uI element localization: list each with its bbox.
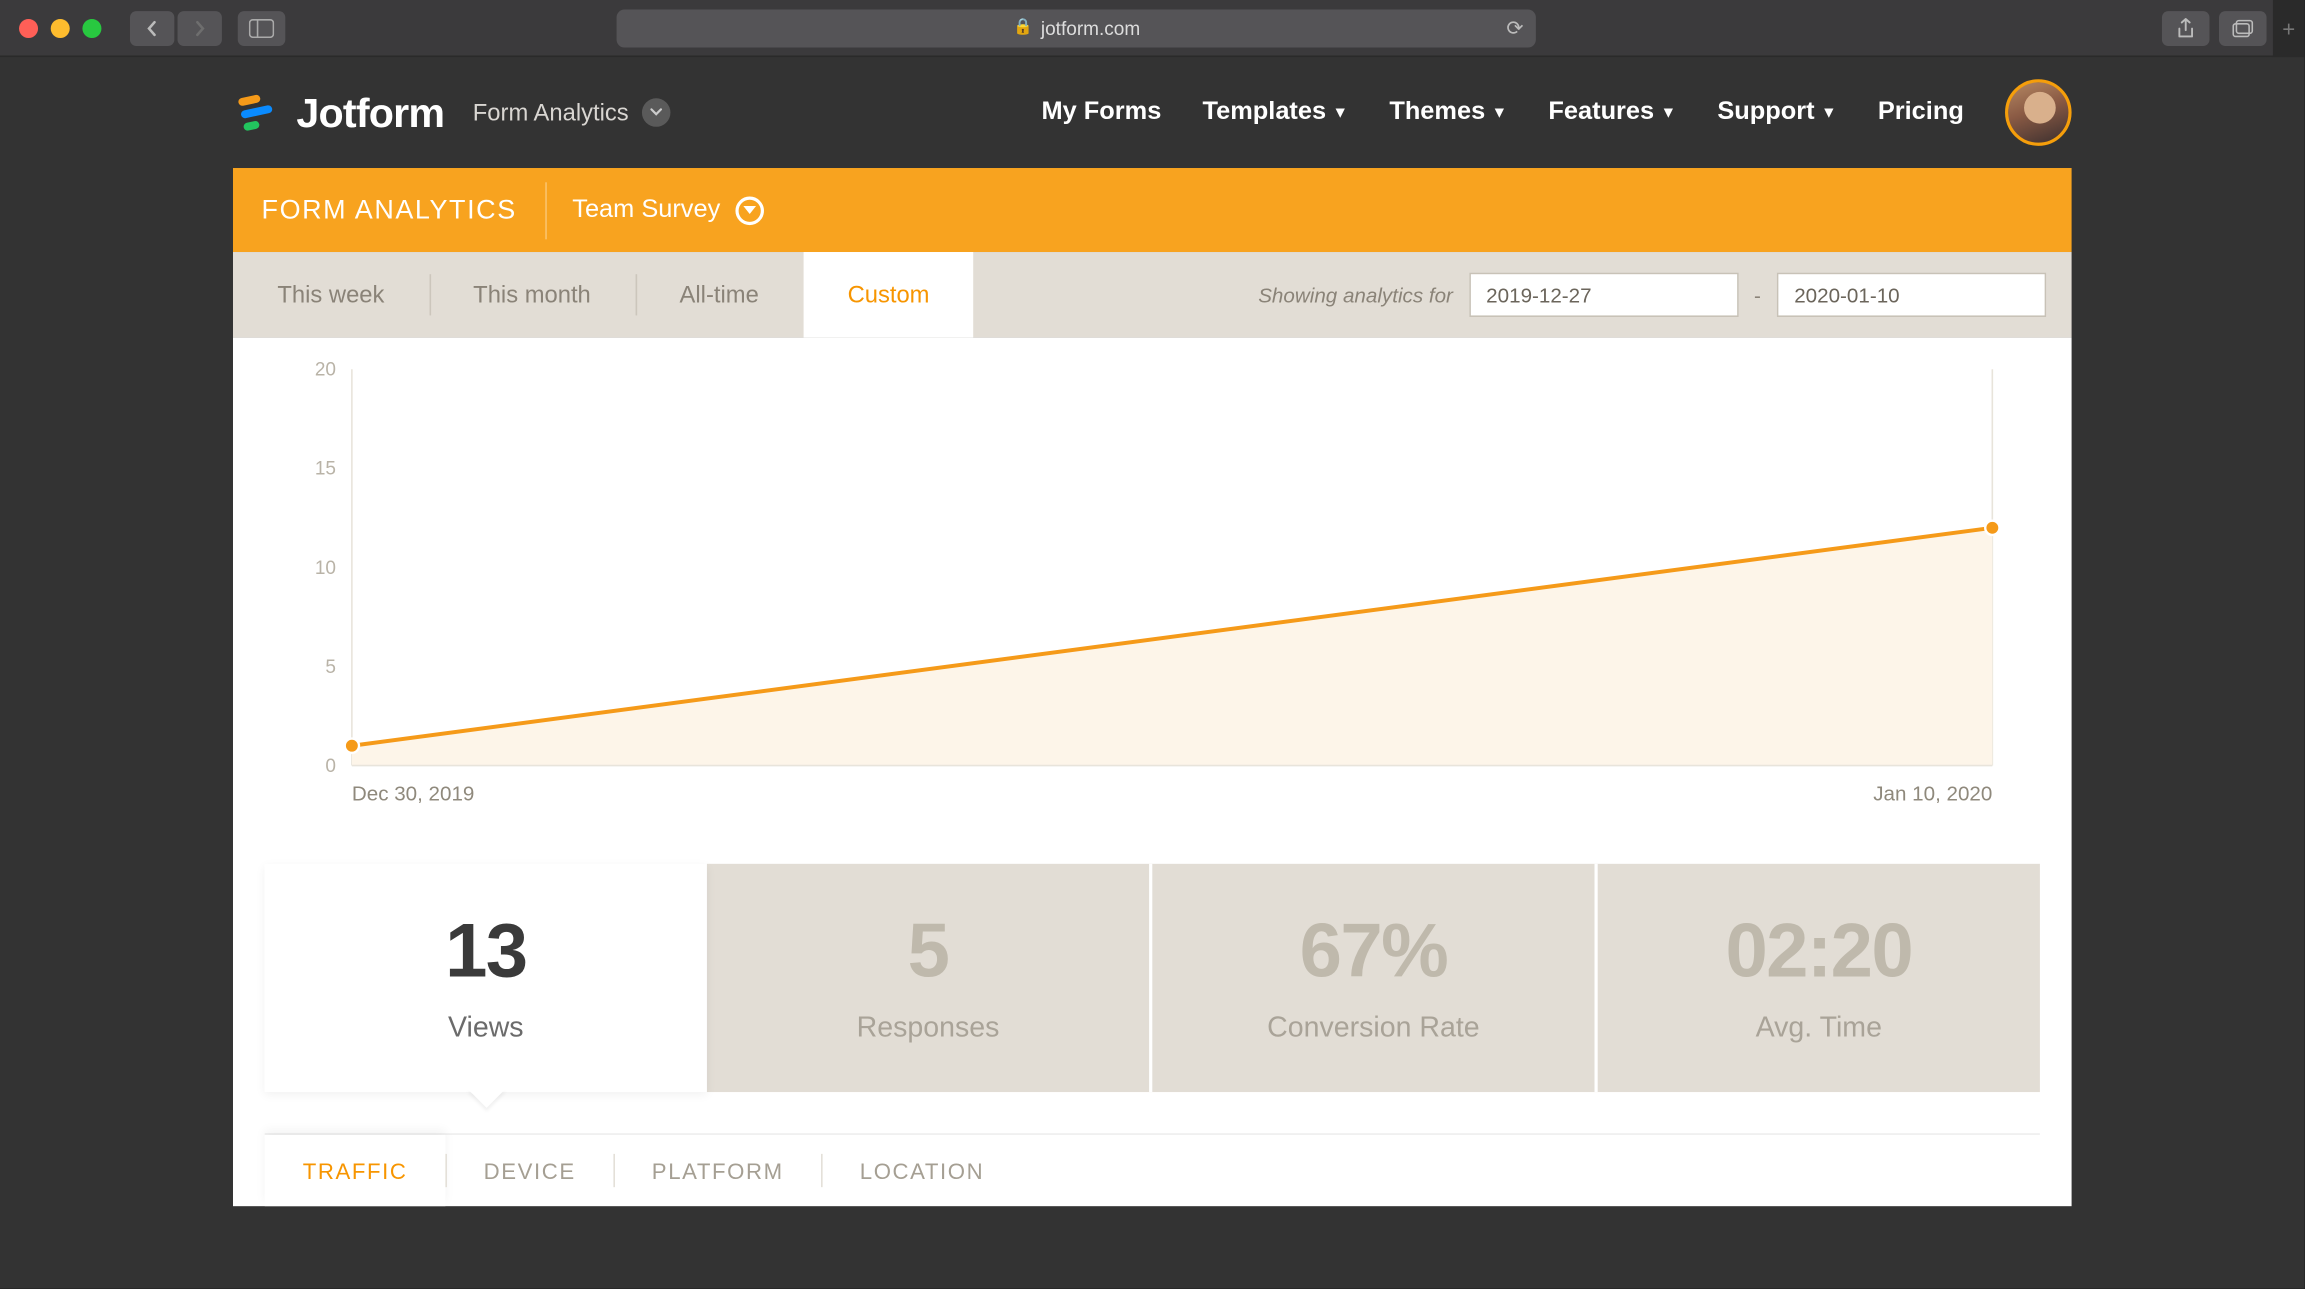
svg-text:10: 10 xyxy=(315,558,336,579)
stat-views[interactable]: 13 Views xyxy=(265,864,707,1092)
tab-label: This week xyxy=(277,281,384,308)
tab-label: Custom xyxy=(848,281,930,308)
date-from-input[interactable] xyxy=(1469,273,1738,317)
stat-value: 67% xyxy=(1168,908,1579,995)
dash: - xyxy=(1754,283,1761,307)
nav-label: Features xyxy=(1548,98,1654,127)
brand[interactable]: Jotform xyxy=(233,88,444,137)
svg-text:Dec 30, 2019: Dec 30, 2019 xyxy=(352,782,475,805)
views-line-chart: 0 5 10 15 20 Dec 30, 2019 Jan 10, 2020 xyxy=(265,353,2040,829)
stat-value: 13 xyxy=(281,908,692,995)
analytics-body: 0 5 10 15 20 Dec 30, 2019 Jan 10, 2020 13 View… xyxy=(233,338,2072,1207)
nav-label: Themes xyxy=(1389,98,1485,127)
tab-label: LOCATION xyxy=(860,1158,984,1183)
date-range-picker: Showing analytics for - xyxy=(1258,252,2046,338)
nav-buttons xyxy=(130,10,222,45)
browser-toolbar: 🔒 jotform.com ⟳ + xyxy=(0,0,2305,57)
page-header-bar: FORM ANALYTICS Team Survey xyxy=(233,168,2072,252)
browser-right-controls xyxy=(2162,10,2267,45)
caret-down-icon: ▼ xyxy=(1821,104,1837,121)
lock-icon: 🔒 xyxy=(1013,19,1033,36)
svg-text:5: 5 xyxy=(325,657,336,678)
stat-conversion[interactable]: 67% Conversion Rate xyxy=(1149,864,1594,1092)
chevron-down-icon xyxy=(641,98,670,127)
form-selector[interactable]: Team Survey xyxy=(547,196,790,225)
forward-button[interactable] xyxy=(178,10,222,45)
tab-traffic[interactable]: TRAFFIC xyxy=(265,1135,446,1206)
stat-value: 02:20 xyxy=(1614,908,2025,995)
new-tab-button[interactable]: + xyxy=(2273,0,2305,57)
nav-label: My Forms xyxy=(1042,98,1162,127)
tab-label: All-time xyxy=(680,281,759,308)
nav-themes[interactable]: Themes ▼ xyxy=(1389,98,1507,127)
nav-features[interactable]: Features ▼ xyxy=(1548,98,1676,127)
reload-icon[interactable]: ⟳ xyxy=(1506,15,1523,40)
stat-label: Views xyxy=(281,1011,692,1044)
tab-platform[interactable]: PLATFORM xyxy=(614,1135,822,1206)
nav-label: Templates xyxy=(1203,98,1327,127)
caret-down-icon: ▼ xyxy=(1492,104,1508,121)
tab-label: This month xyxy=(473,281,591,308)
svg-text:20: 20 xyxy=(315,360,336,381)
range-tab-month[interactable]: This month xyxy=(429,252,635,338)
section-dropdown[interactable]: Form Analytics xyxy=(473,98,670,127)
url-text: jotform.com xyxy=(1041,17,1140,39)
stat-label: Responses xyxy=(723,1011,1134,1044)
form-name: Team Survey xyxy=(572,196,720,225)
sidebar-toggle-button[interactable] xyxy=(238,10,286,45)
stat-value: 5 xyxy=(723,908,1134,995)
caret-down-icon: ▼ xyxy=(1332,104,1348,121)
stat-label: Avg. Time xyxy=(1614,1011,2025,1044)
chevron-down-circle-icon xyxy=(736,196,765,225)
avatar[interactable] xyxy=(2005,79,2072,146)
range-label: Showing analytics for xyxy=(1258,283,1453,307)
range-tab-custom[interactable]: Custom xyxy=(803,252,974,338)
tabs-button[interactable] xyxy=(2219,10,2267,45)
pointer-icon xyxy=(467,1089,505,1108)
page: Jotform Form Analytics My Forms Template… xyxy=(0,57,2305,1289)
stats-row: 13 Views 5 Responses 67% Conversion Rate… xyxy=(265,864,2040,1092)
svg-text:0: 0 xyxy=(325,756,336,777)
tab-label: DEVICE xyxy=(484,1158,576,1183)
stat-responses[interactable]: 5 Responses xyxy=(707,864,1149,1092)
tab-label: TRAFFIC xyxy=(303,1158,408,1183)
page-title: FORM ANALYTICS xyxy=(233,194,545,226)
range-tab-all[interactable]: All-time xyxy=(635,252,803,338)
top-nav: Jotform Form Analytics My Forms Template… xyxy=(233,57,2072,168)
nav-label: Support xyxy=(1717,98,1814,127)
svg-text:Jan 10, 2020: Jan 10, 2020 xyxy=(1873,782,1992,805)
window-close-icon[interactable] xyxy=(19,18,38,37)
range-tabs: This week This month All-time Custom xyxy=(233,252,974,338)
svg-text:15: 15 xyxy=(315,459,336,480)
stat-avg-time[interactable]: 02:20 Avg. Time xyxy=(1595,864,2040,1092)
address-bar[interactable]: 🔒 jotform.com ⟳ xyxy=(617,9,1536,47)
nav-templates[interactable]: Templates ▼ xyxy=(1203,98,1349,127)
nav-label: Pricing xyxy=(1878,98,1964,127)
caret-down-icon: ▼ xyxy=(1660,104,1676,121)
nav-support[interactable]: Support ▼ xyxy=(1717,98,1836,127)
nav-links: My Forms Templates ▼ Themes ▼ Features ▼ Su… xyxy=(1042,79,2072,146)
tab-device[interactable]: DEVICE xyxy=(446,1135,614,1206)
window-controls xyxy=(19,18,101,37)
date-range-row: This week This month All-time Custom Sho… xyxy=(233,252,2072,338)
window-zoom-icon[interactable] xyxy=(82,18,101,37)
nav-my-forms[interactable]: My Forms xyxy=(1042,98,1162,127)
window-minimize-icon[interactable] xyxy=(51,18,70,37)
jotform-logo-icon xyxy=(233,89,281,137)
brand-name: Jotform xyxy=(296,88,444,137)
share-button[interactable] xyxy=(2162,10,2210,45)
back-button[interactable] xyxy=(130,10,174,45)
section-label: Form Analytics xyxy=(473,99,629,126)
tab-location[interactable]: LOCATION xyxy=(822,1135,1023,1206)
nav-pricing[interactable]: Pricing xyxy=(1878,98,1964,127)
range-tab-week[interactable]: This week xyxy=(233,252,429,338)
tab-label: PLATFORM xyxy=(652,1158,784,1183)
stat-label: Conversion Rate xyxy=(1168,1011,1579,1044)
bottom-tabs: TRAFFIC DEVICE PLATFORM LOCATION xyxy=(265,1133,2040,1206)
date-to-input[interactable] xyxy=(1777,273,2046,317)
